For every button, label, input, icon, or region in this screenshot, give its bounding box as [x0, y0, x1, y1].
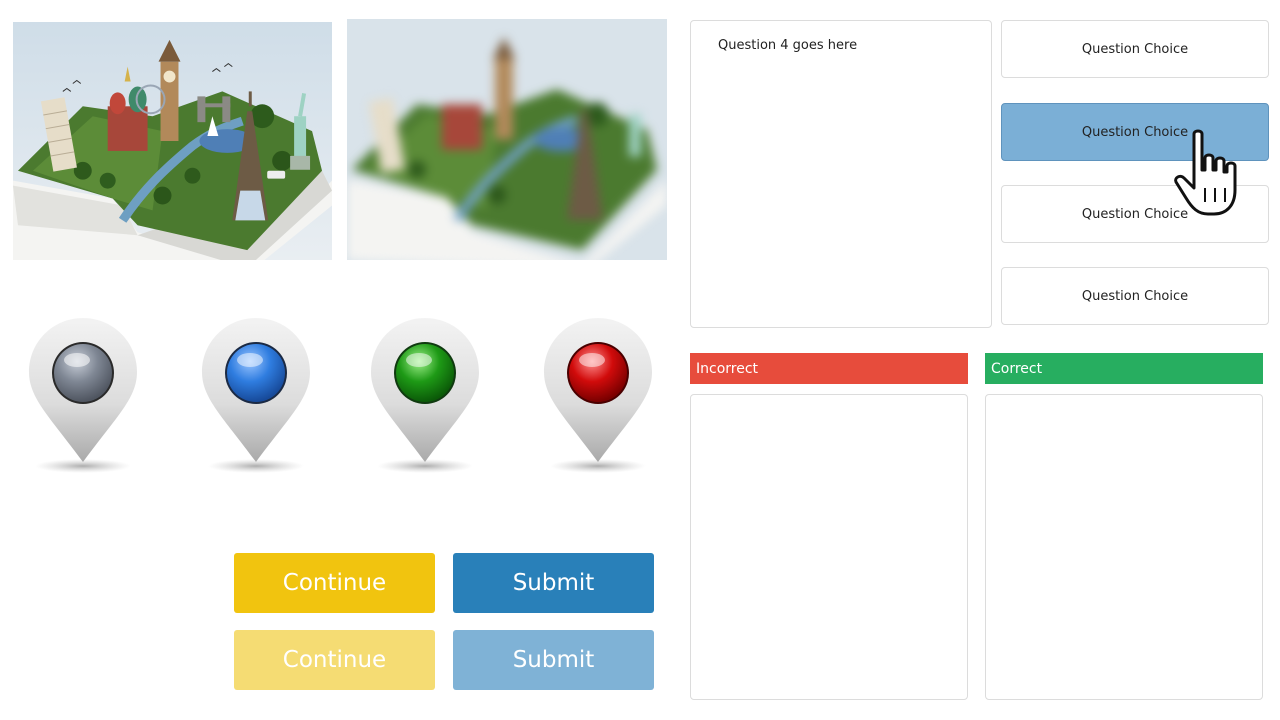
incorrect-feedback-box: [690, 394, 968, 700]
question-choice-4[interactable]: Question Choice: [1001, 267, 1269, 325]
gray-location-pin-icon: [27, 316, 139, 478]
question-box: Question 4 goes here: [690, 20, 992, 328]
correct-feedback-box: [985, 394, 1263, 700]
question-choice-2-selected[interactable]: Question Choice: [1001, 103, 1269, 161]
green-location-pin-icon: [369, 316, 481, 478]
submit-button-disabled: Submit: [453, 630, 654, 690]
red-location-pin-icon: [542, 316, 654, 478]
continue-button[interactable]: Continue: [234, 553, 435, 613]
landmarks-book-image: [13, 22, 332, 260]
submit-button[interactable]: Submit: [453, 553, 654, 613]
question-choice-3[interactable]: Question Choice: [1001, 185, 1269, 243]
continue-button-disabled: Continue: [234, 630, 435, 690]
question-text: Question 4 goes here: [718, 38, 858, 53]
question-choice-1[interactable]: Question Choice: [1001, 20, 1269, 78]
incorrect-header: Incorrect: [690, 353, 968, 384]
landmarks-book-image-blurred: [347, 19, 667, 260]
blue-location-pin-icon: [200, 316, 312, 478]
correct-header: Correct: [985, 353, 1263, 384]
